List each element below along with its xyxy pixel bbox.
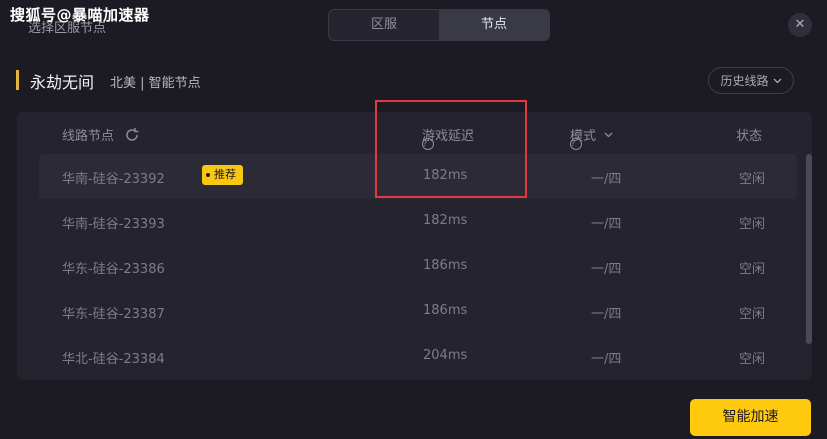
close-icon: ✕ <box>794 17 806 32</box>
history-routes-button[interactable]: 历史线路 <box>708 67 794 94</box>
table-row[interactable]: 华东-硅谷-23386 186ms 一/四 空闲 <box>39 244 797 289</box>
chevron-down-icon <box>604 132 613 137</box>
header-mode[interactable]: 模式 ? <box>570 125 613 150</box>
help-icon[interactable]: ? <box>570 138 582 150</box>
tab-group: 区服 节点 <box>328 9 550 41</box>
node-status: 空闲 <box>739 172 766 187</box>
scrollbar-thumb[interactable] <box>806 154 812 344</box>
recommend-badge-label: 推荐 <box>214 168 236 181</box>
node-mode: 一/四 <box>591 217 622 232</box>
node-latency: 182ms <box>423 213 468 228</box>
close-button[interactable]: ✕ <box>788 13 812 37</box>
watermark-text: 搜狐号@暴喵加速器 <box>10 6 150 24</box>
node-mode: 一/四 <box>591 262 622 277</box>
highlight-box <box>375 100 527 198</box>
node-latency: 204ms <box>423 348 468 363</box>
region-label: 北美 | 智能节点 <box>110 76 201 91</box>
badge-dot-icon <box>206 173 210 177</box>
title-accent-bar <box>16 70 19 90</box>
node-latency: 186ms <box>423 303 468 318</box>
node-status: 空闲 <box>739 352 766 367</box>
table-row[interactable]: 华南-硅谷-23393 182ms 一/四 空闲 <box>39 199 797 244</box>
tab-node[interactable]: 节点 <box>439 10 549 40</box>
game-title: 永劫无间 <box>30 73 95 92</box>
node-latency: 186ms <box>423 258 468 273</box>
node-status: 空闲 <box>739 217 766 232</box>
node-name: 华北-硅谷-23384 <box>62 352 165 367</box>
table-row[interactable]: 华北-硅谷-23384 204ms 一/四 空闲 <box>39 334 797 379</box>
node-mode: 一/四 <box>591 352 622 367</box>
node-name: 华南-硅谷-23393 <box>62 217 165 232</box>
node-mode: 一/四 <box>591 307 622 322</box>
node-mode: 一/四 <box>591 172 622 187</box>
refresh-icon[interactable] <box>124 127 140 143</box>
header-node-label: 线路节点 <box>62 129 115 144</box>
history-routes-label: 历史线路 <box>720 74 769 88</box>
node-status: 空闲 <box>739 262 766 277</box>
chevron-down-icon <box>773 78 781 83</box>
tab-server[interactable]: 区服 <box>329 10 439 40</box>
smart-accelerate-button[interactable]: 智能加速 <box>690 399 811 436</box>
node-name: 华南-硅谷-23392 <box>62 172 165 187</box>
recommend-badge: 推荐 <box>202 165 243 185</box>
header-status: 状态 <box>736 129 763 144</box>
node-name: 华东-硅谷-23387 <box>62 307 165 322</box>
table-row[interactable]: 华东-硅谷-23387 186ms 一/四 空闲 <box>39 289 797 334</box>
node-name: 华东-硅谷-23386 <box>62 262 165 277</box>
node-status: 空闲 <box>739 307 766 322</box>
scrollbar[interactable] <box>806 154 812 344</box>
header-node: 线路节点 <box>62 125 140 144</box>
